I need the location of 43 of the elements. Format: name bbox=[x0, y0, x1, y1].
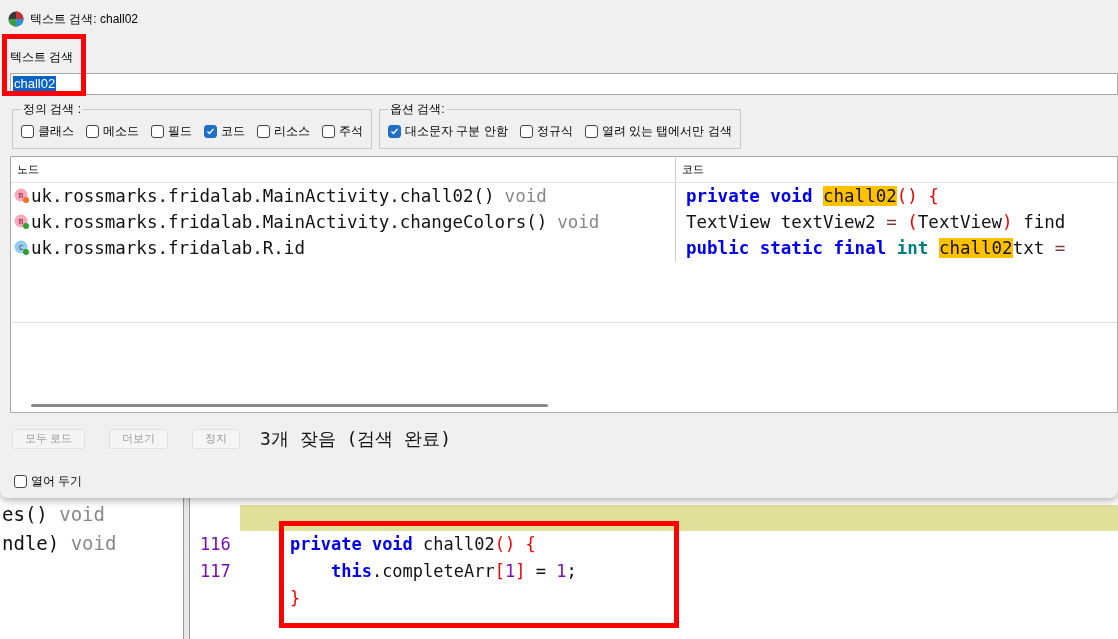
node-path: uk.rossmarks.fridalab.MainActivity.chall02() bbox=[31, 185, 495, 208]
check-icon bbox=[390, 126, 399, 136]
app-logo-icon bbox=[8, 11, 24, 27]
checkbox[interactable]: 리소스 bbox=[257, 122, 310, 140]
checkbox[interactable]: 열어 두기 bbox=[14, 472, 1118, 490]
outline-entry[interactable]: es() void bbox=[0, 500, 183, 529]
code-line: } bbox=[290, 587, 301, 610]
scrollbar[interactable] bbox=[31, 404, 548, 407]
checkbox[interactable]: 대소문자 구분 안함 bbox=[388, 122, 508, 140]
group-title: 정의 검색 : bbox=[22, 101, 82, 118]
search-label: 텍스트 검색 bbox=[10, 50, 74, 64]
code-line: private void chall02() { bbox=[290, 533, 536, 556]
checkbox[interactable]: 클래스 bbox=[21, 122, 74, 140]
checkbox[interactable]: 코드 bbox=[204, 122, 245, 140]
return-type: void bbox=[504, 185, 547, 208]
window-title: 텍스트 검색: chall02 bbox=[30, 11, 139, 28]
return-type: void bbox=[557, 211, 600, 234]
column-header[interactable]: 코드 bbox=[676, 157, 1117, 182]
node-path: uk.rossmarks.fridalab.MainActivity.changeColors() bbox=[31, 211, 548, 234]
check-icon bbox=[206, 126, 215, 136]
code-snippet: private void chall02() { bbox=[685, 185, 939, 208]
checkbox[interactable]: 주석 bbox=[322, 122, 363, 140]
checkbox[interactable]: 열려 있는 탭에서만 검색 bbox=[584, 122, 732, 140]
outline-entry[interactable]: ndle) void bbox=[0, 529, 183, 558]
checkbox[interactable]: 메소드 bbox=[86, 122, 139, 140]
result-row[interactable]: m uk.rossmarks.fridalab.MainActivity.changeColors() void TextView textView2 = (TextView) find bbox=[11, 209, 1117, 235]
line-number: 116 bbox=[199, 533, 232, 556]
result-row[interactable]: m uk.rossmarks.fridalab.MainActivity.chall02() void private void chall02() { bbox=[11, 183, 1117, 209]
class-icon: c bbox=[13, 239, 31, 257]
checkbox[interactable]: 필드 bbox=[151, 122, 192, 140]
method-icon: m bbox=[13, 213, 31, 231]
column-header[interactable]: 노드 bbox=[11, 157, 676, 182]
method-icon: m bbox=[13, 187, 31, 205]
checkbox[interactable]: 정규식 bbox=[519, 122, 573, 140]
code-line: this.completeArr[1] = 1; bbox=[329, 560, 577, 583]
group-title: 옵션 검색: bbox=[389, 101, 446, 118]
status-text: 3개 잦음 (검색 완료) bbox=[260, 427, 452, 451]
code-snippet: public static final int chall02txt = bbox=[685, 237, 1066, 260]
result-row[interactable]: c uk.rossmarks.fridalab.R.id public static final int chall02txt = bbox=[11, 235, 1117, 261]
line-number: 117 bbox=[199, 560, 232, 583]
node-path: uk.rossmarks.fridalab.R.id bbox=[31, 237, 305, 260]
search-field[interactable]: chall02 bbox=[10, 73, 1118, 95]
code-snippet: TextView textView2 = (TextView) find bbox=[685, 211, 1066, 234]
